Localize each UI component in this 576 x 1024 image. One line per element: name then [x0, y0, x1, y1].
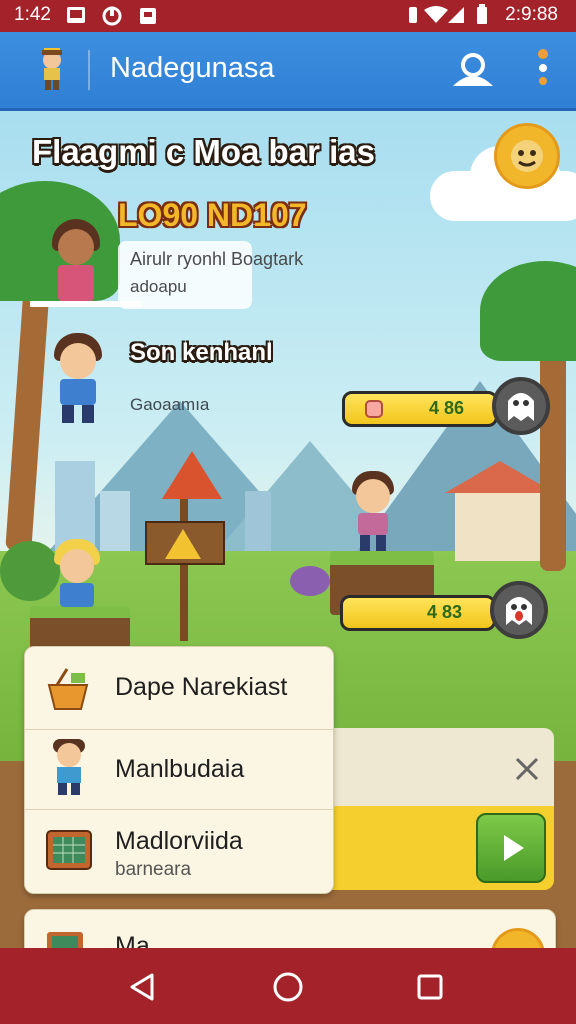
photo-icon — [66, 6, 85, 24]
menu-item-label: Dape Narekiast — [115, 673, 288, 701]
recents-icon[interactable] — [416, 973, 444, 1005]
gem-icon — [365, 400, 383, 418]
status-time: 1:42 — [14, 4, 51, 25]
menu-panel: Dape Narekiast Manlbudaia Madlorviida ba… — [24, 646, 334, 894]
building — [245, 491, 271, 551]
menu-item-label: Ma... — [115, 932, 171, 948]
menu-item[interactable]: Manlbudaia — [25, 729, 333, 810]
status-clock-right: 2:9:88 — [505, 4, 558, 25]
character-icon — [47, 739, 91, 803]
vibrate-icon — [406, 5, 420, 29]
menu-item[interactable]: Dape Narekiast — [25, 647, 333, 730]
app-bar-divider — [88, 50, 90, 90]
sync-icon — [102, 6, 122, 26]
palm-leaves — [480, 261, 576, 361]
signpost-pole — [180, 491, 188, 641]
score-value: 4 86 — [429, 398, 465, 418]
wifi-icon — [424, 5, 448, 29]
app-title: Nadegunasa — [110, 52, 275, 84]
battery-icon — [476, 4, 488, 30]
play-button[interactable] — [476, 813, 546, 883]
menu-item-label: Manlbudaia — [115, 755, 245, 783]
signal-icon — [448, 5, 466, 29]
character-girl[interactable] — [48, 219, 104, 305]
back-icon[interactable] — [128, 972, 156, 1006]
profile-icon[interactable] — [450, 52, 496, 92]
warning-sign — [162, 451, 222, 499]
navigation-bar — [0, 948, 576, 1024]
score-pill[interactable]: 4 83 — [340, 595, 496, 631]
board-icon — [45, 829, 93, 877]
character-boy-platform[interactable] — [350, 471, 396, 551]
board-icon — [45, 930, 85, 948]
game-logo: LO90 ND107 — [118, 197, 307, 233]
purple-bush — [290, 566, 330, 596]
more-vert-icon[interactable] — [536, 48, 550, 92]
home-icon[interactable] — [272, 971, 304, 1007]
menu-item-label: Madlorviida — [115, 827, 243, 855]
character-blond[interactable] — [52, 539, 102, 609]
ghost-avatar-icon[interactable] — [490, 581, 548, 639]
menu-item-sublabel: barneara — [115, 859, 192, 880]
scene-heading: Flaagmi c Moa bar ias — [32, 133, 375, 170]
status-bar: 1:42 2:9:88 — [0, 0, 576, 32]
score-value: 4 83 — [427, 602, 463, 622]
speech-bubble: Airulr ryonhl Boagtark adoapu — [118, 241, 303, 309]
mascot-badge-icon[interactable] — [494, 123, 560, 189]
speech-line-1: Airulr ryonhl Boagtark — [130, 249, 304, 269]
house-roof — [445, 461, 555, 493]
character-avatar-icon[interactable] — [34, 46, 70, 96]
game-scene: Flaagmi c Moa bar ias LO90 ND107 Airulr … — [0, 111, 576, 948]
character-boy[interactable] — [52, 333, 104, 425]
score-pill[interactable]: 4 86 — [342, 391, 498, 427]
basket-icon — [43, 663, 93, 717]
player-name: Son kenhanl — [130, 339, 273, 366]
player-subtitle: Gaoaamıa — [130, 395, 210, 414]
close-icon[interactable] — [514, 756, 540, 786]
speech-line-2: adoapu — [130, 277, 187, 296]
notification-icon — [138, 6, 156, 24]
yellow-sign — [165, 529, 201, 559]
app-bar: Nadegunasa — [0, 32, 576, 111]
bush — [0, 541, 60, 601]
menu-item[interactable]: Madlorviida barneara — [25, 809, 333, 893]
menu-panel-partial[interactable]: Ma... — [24, 909, 556, 948]
ghost-avatar-icon[interactable] — [492, 377, 550, 435]
building — [55, 461, 95, 551]
building — [100, 491, 130, 551]
house — [455, 491, 545, 561]
coin-icon — [491, 928, 545, 948]
